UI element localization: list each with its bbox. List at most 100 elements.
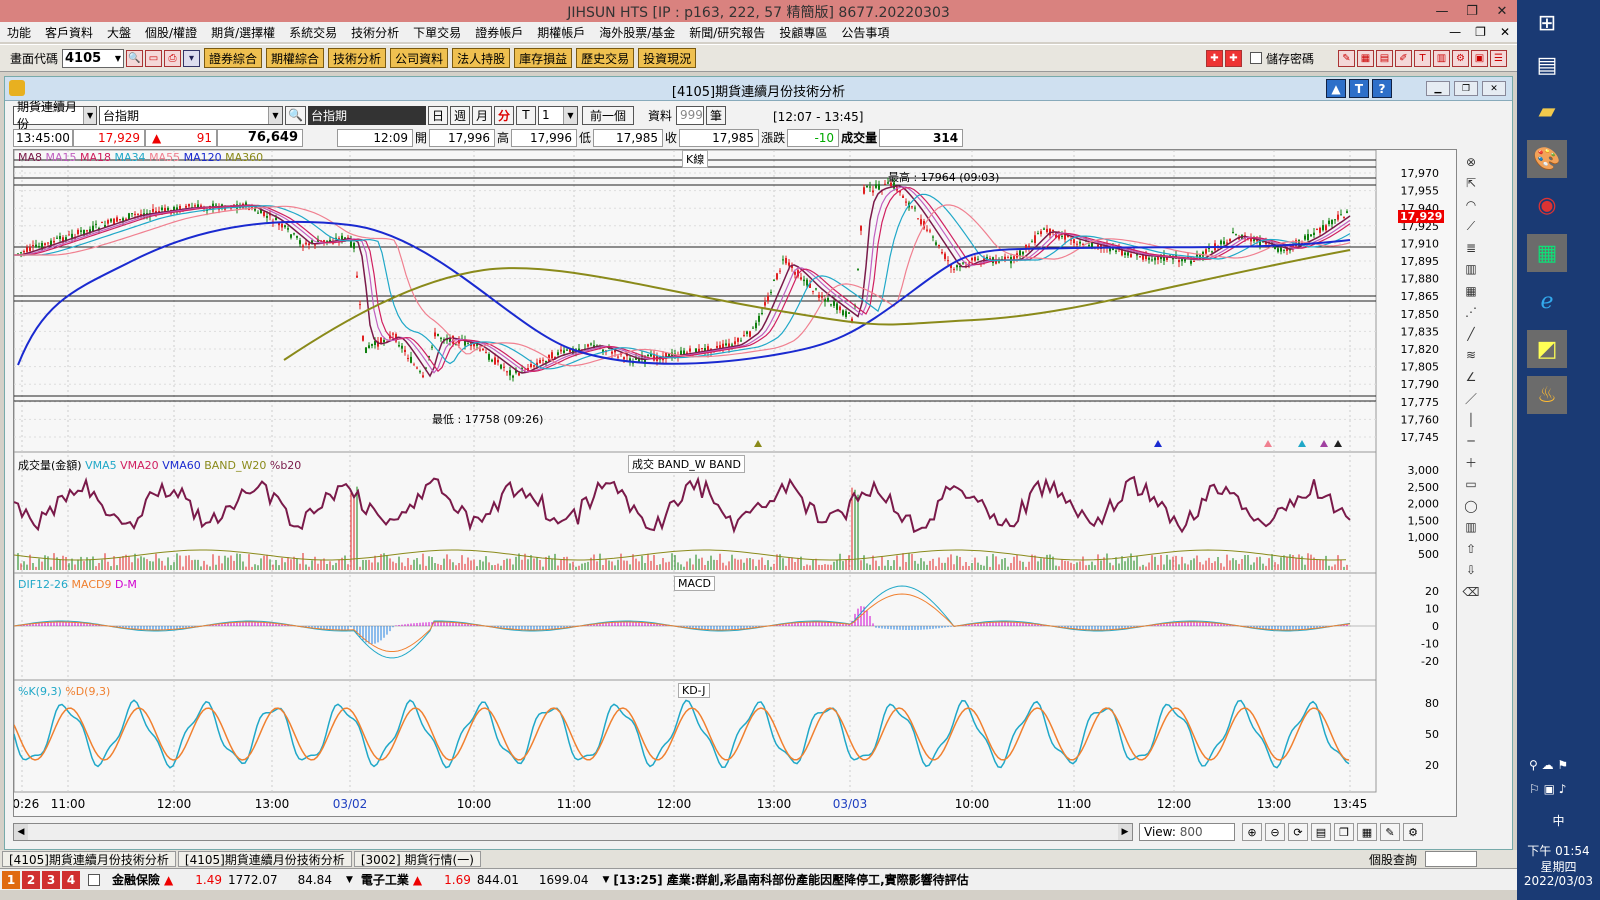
ticker-page-4[interactable]: 4 [62,870,80,889]
ime-indicator[interactable]: 中 [1517,812,1600,829]
windows-start-icon[interactable]: ⊞ [1527,4,1567,42]
grid-tool-icon[interactable]: ▦ [1462,282,1480,300]
chevron-down-icon[interactable]: ▼ [268,106,282,124]
zoom-in-icon[interactable]: ⊕ [1242,823,1262,841]
window-icon[interactable]: ▭ [145,49,163,67]
tray-icons-row1[interactable]: ⚲ ☁ ⚑ [1529,758,1568,772]
chevron-down-icon[interactable]: ▼ [602,875,609,885]
ticker-lock-checkbox[interactable] [88,873,100,886]
internet-explorer-icon[interactable]: ℯ [1527,282,1567,320]
doc-tab-1[interactable]: [4105]期貨連續月份技術分析 [2,851,176,867]
interval-select[interactable]: 1 ▼ [537,105,578,125]
window-tool-icon[interactable]: ▣ [1471,49,1488,67]
trend-tool-icon[interactable]: ╱ [1462,325,1480,343]
tray-icons-row2[interactable]: ⚐ ▣ ♪ [1529,782,1566,796]
scroll-right-icon[interactable]: ▶ [1118,824,1132,840]
menu-item-client[interactable]: 客戶資料 [38,24,100,41]
hline-tool-icon[interactable]: ─ [1462,432,1480,450]
menu-item-system-trade[interactable]: 系統交易 [282,24,344,41]
bars-tool-icon[interactable]: ▥ [1462,260,1480,278]
fib-tool-icon[interactable]: ≋ [1462,346,1480,364]
dropdown-icon[interactable]: ▾ [183,49,201,67]
toolbar-button-investment[interactable]: 投資現況 [638,48,697,68]
product-select[interactable]: 台指期 ▼ [99,105,283,125]
period-week-button[interactable]: 週 [449,105,470,125]
menu-item-news[interactable]: 新聞/研究報告 [682,24,772,41]
chrome-icon[interactable]: ◉ [1527,186,1567,224]
file-explorer-icon[interactable]: ▰ [1527,92,1567,130]
list-tool-icon[interactable]: ☰ [1490,49,1507,67]
product-search-button[interactable]: 🔍 [285,105,306,125]
menu-item-order[interactable]: 下單交易 [406,24,468,41]
chart-canvas[interactable]: 17,97017,95517,94017,92517,91017,89517,8… [14,150,1458,818]
toolbar-button-technical[interactable]: 技術分析 [328,48,387,68]
ticker-page-2[interactable]: 2 [22,870,40,889]
gear-icon[interactable]: ⚙ [1403,823,1423,841]
task-view-icon[interactable]: ▤ [1527,46,1567,84]
layout-tool-icon[interactable]: ▦ [1357,49,1374,67]
menu-item-function[interactable]: 功能 [0,24,38,41]
close-button[interactable]: ✕ [1487,0,1517,22]
toolbar-button-securities[interactable]: 證券綜合 [204,48,263,68]
menu-item-advisory[interactable]: 投顧專區 [772,24,834,41]
chart-settings-icon[interactable]: ▤ [1311,823,1331,841]
angle-tool-icon[interactable]: ∠ [1462,368,1480,386]
print-icon[interactable]: ⎙ [164,49,182,67]
horizontal-scrollbar[interactable]: ◀ ▶ [13,823,1133,841]
jihsun-hts-icon[interactable]: ♨ [1527,376,1567,414]
scroll-left-icon[interactable]: ◀ [14,824,28,840]
draw-tool-icon[interactable]: ✎ [1338,49,1355,67]
toolbar-button-institutional[interactable]: 法人持股 [452,48,511,68]
grid-tool-icon[interactable]: ▥ [1433,49,1450,67]
pointer-tool-icon[interactable]: ⇱ [1462,174,1480,192]
chart-area[interactable]: 17,970 17,955 17,940 17,925 17,910 17,895 17,8… [13,149,1457,817]
save-password-checkbox[interactable] [1249,52,1262,64]
period-month-button[interactable]: 月 [471,105,492,125]
zoom-out-icon[interactable]: ⊖ [1265,823,1285,841]
window-minimize-button[interactable]: ▁ [1426,81,1450,96]
toolbar-button-options[interactable]: 期權綜合 [266,48,325,68]
clock-weekday[interactable]: 星期四 [1517,858,1600,875]
period-tool-icon[interactable]: ▥ [1462,518,1480,536]
up-icon[interactable]: ▲ [1326,79,1346,98]
toolbar-button-history[interactable]: 歷史交易 [576,48,635,68]
clock-date[interactable]: 2022/03/03 [1517,874,1600,888]
paint-icon[interactable]: 🎨 [1527,140,1567,178]
period-day-button[interactable]: 日 [427,105,448,125]
product-type-select[interactable]: 期貨連續月份 ▼ [13,100,97,131]
table-tool-icon[interactable]: ▤ [1376,49,1393,67]
fan-tool-icon[interactable]: ⋰ [1462,303,1480,321]
arrow-down-tool-icon[interactable]: ⇩ [1462,561,1480,579]
stock-query-input[interactable] [1425,851,1477,867]
mdi-restore-button[interactable]: ❐ [1468,25,1493,39]
refresh-icon[interactable]: ⟳ [1288,823,1308,841]
period-minute-button[interactable]: 分 [493,105,514,125]
line-tool-icon[interactable]: ⟋ [1462,217,1480,235]
view-box[interactable]: View: 800 [1139,823,1235,841]
chevron-down-icon[interactable]: ▼ [115,54,123,63]
menu-item-overseas[interactable]: 海外股票/基金 [592,24,682,41]
menu-item-market[interactable]: 大盤 [100,24,138,41]
edit-tool-icon[interactable]: ✐ [1395,49,1412,67]
chevron-down-icon[interactable]: ▼ [83,106,96,124]
eraser-tool-icon[interactable]: ⌫ [1462,583,1480,601]
channel-tool-icon[interactable]: ≣ [1462,239,1480,257]
window-restore-button[interactable]: ❐ [1454,81,1478,96]
doc-tab-3[interactable]: [3002] 期貨行情(一) [353,851,481,867]
clock-time[interactable]: 下午 01:54 [1517,842,1600,859]
ellipse-tool-icon[interactable]: ◯ [1462,497,1480,515]
arrow-up-tool-icon[interactable]: ⇧ [1462,540,1480,558]
text-tool-icon[interactable]: T [1414,49,1431,67]
text-icon[interactable]: T [1349,79,1369,98]
cancel-tool-icon[interactable]: ⊗ [1462,153,1480,171]
window-close-button[interactable]: ✕ [1482,81,1506,96]
pen-icon[interactable]: ✎ [1380,823,1400,841]
data-count-input[interactable]: 999 [675,105,704,125]
cross-tool-icon[interactable]: ＋ [1462,454,1480,472]
mdi-close-button[interactable]: ✕ [1493,25,1517,39]
ticker-page-1[interactable]: 1 [2,870,20,889]
chevron-down-icon[interactable]: ▼ [346,875,353,885]
swiss-icon[interactable]: ✚ [1224,49,1242,67]
menu-item-securities-account[interactable]: 證券帳戶 [468,24,530,41]
toolbar-button-inventory[interactable]: 庫存損益 [514,48,573,68]
